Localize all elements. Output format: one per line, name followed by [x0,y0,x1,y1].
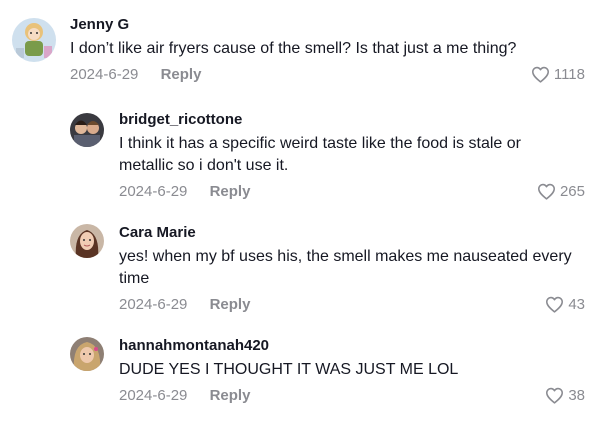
reply-button[interactable]: Reply [210,183,251,200]
avatar-image [70,337,104,371]
comment-meta: 2024-6-29 Reply 265 [119,183,585,205]
comment-meta: 2024-6-29 Reply 43 [119,296,585,318]
like-button[interactable]: 1118 [531,66,585,83]
like-button[interactable]: 265 [537,183,585,200]
username[interactable]: Jenny G [70,16,585,34]
comment-date: 2024-6-29 [119,296,188,313]
heart-outline-icon [537,183,555,200]
comment-date: 2024-6-29 [119,387,188,404]
like-count: 43 [568,296,585,313]
avatar-image [12,18,56,62]
like-count: 265 [559,183,585,200]
avatar-image [70,113,104,147]
comment-body: bridget_ricottone I think it has a speci… [119,111,585,205]
avatar[interactable] [70,113,104,147]
like-button[interactable]: 38 [545,387,585,404]
comment-text: I don’t like air fryers cause of the sme… [70,40,517,57]
heart-outline-icon [531,66,549,83]
like-count: 38 [568,387,585,404]
avatar[interactable] [12,18,56,62]
comment-date: 2024-6-29 [70,66,139,83]
comment-meta: 2024-6-29 Reply 1118 [70,66,585,88]
comment-date: 2024-6-29 [119,183,188,200]
comment-meta: 2024-6-29 Reply 38 [119,387,585,409]
heart-outline-icon [546,296,564,313]
comment-body: hannahmontanah420 DUDE YES I THOUGHT IT … [119,337,585,409]
avatar[interactable] [70,337,104,371]
comment-text: DUDE YES I THOUGHT IT WAS JUST ME LOL [119,361,459,378]
comment-body: Cara Marie yes! when my bf uses his, the… [119,224,585,318]
username[interactable]: Cara Marie [119,224,585,242]
comment-text: yes! when my bf uses his, the smell make… [119,248,572,287]
like-button[interactable]: 43 [545,296,585,313]
reply-button[interactable]: Reply [161,66,202,83]
comment-body: Jenny G I don’t like air fryers cause of… [70,16,585,88]
reply-button[interactable]: Reply [210,296,251,313]
heart-outline-icon [546,387,564,404]
username[interactable]: bridget_ricottone [119,111,585,129]
avatar[interactable] [70,224,104,258]
like-count: 1118 [553,66,585,83]
username[interactable]: hannahmontanah420 [119,337,585,355]
comment-text: I think it has a specific weird taste li… [119,135,521,174]
avatar-image [70,224,104,258]
reply-button[interactable]: Reply [210,387,251,404]
